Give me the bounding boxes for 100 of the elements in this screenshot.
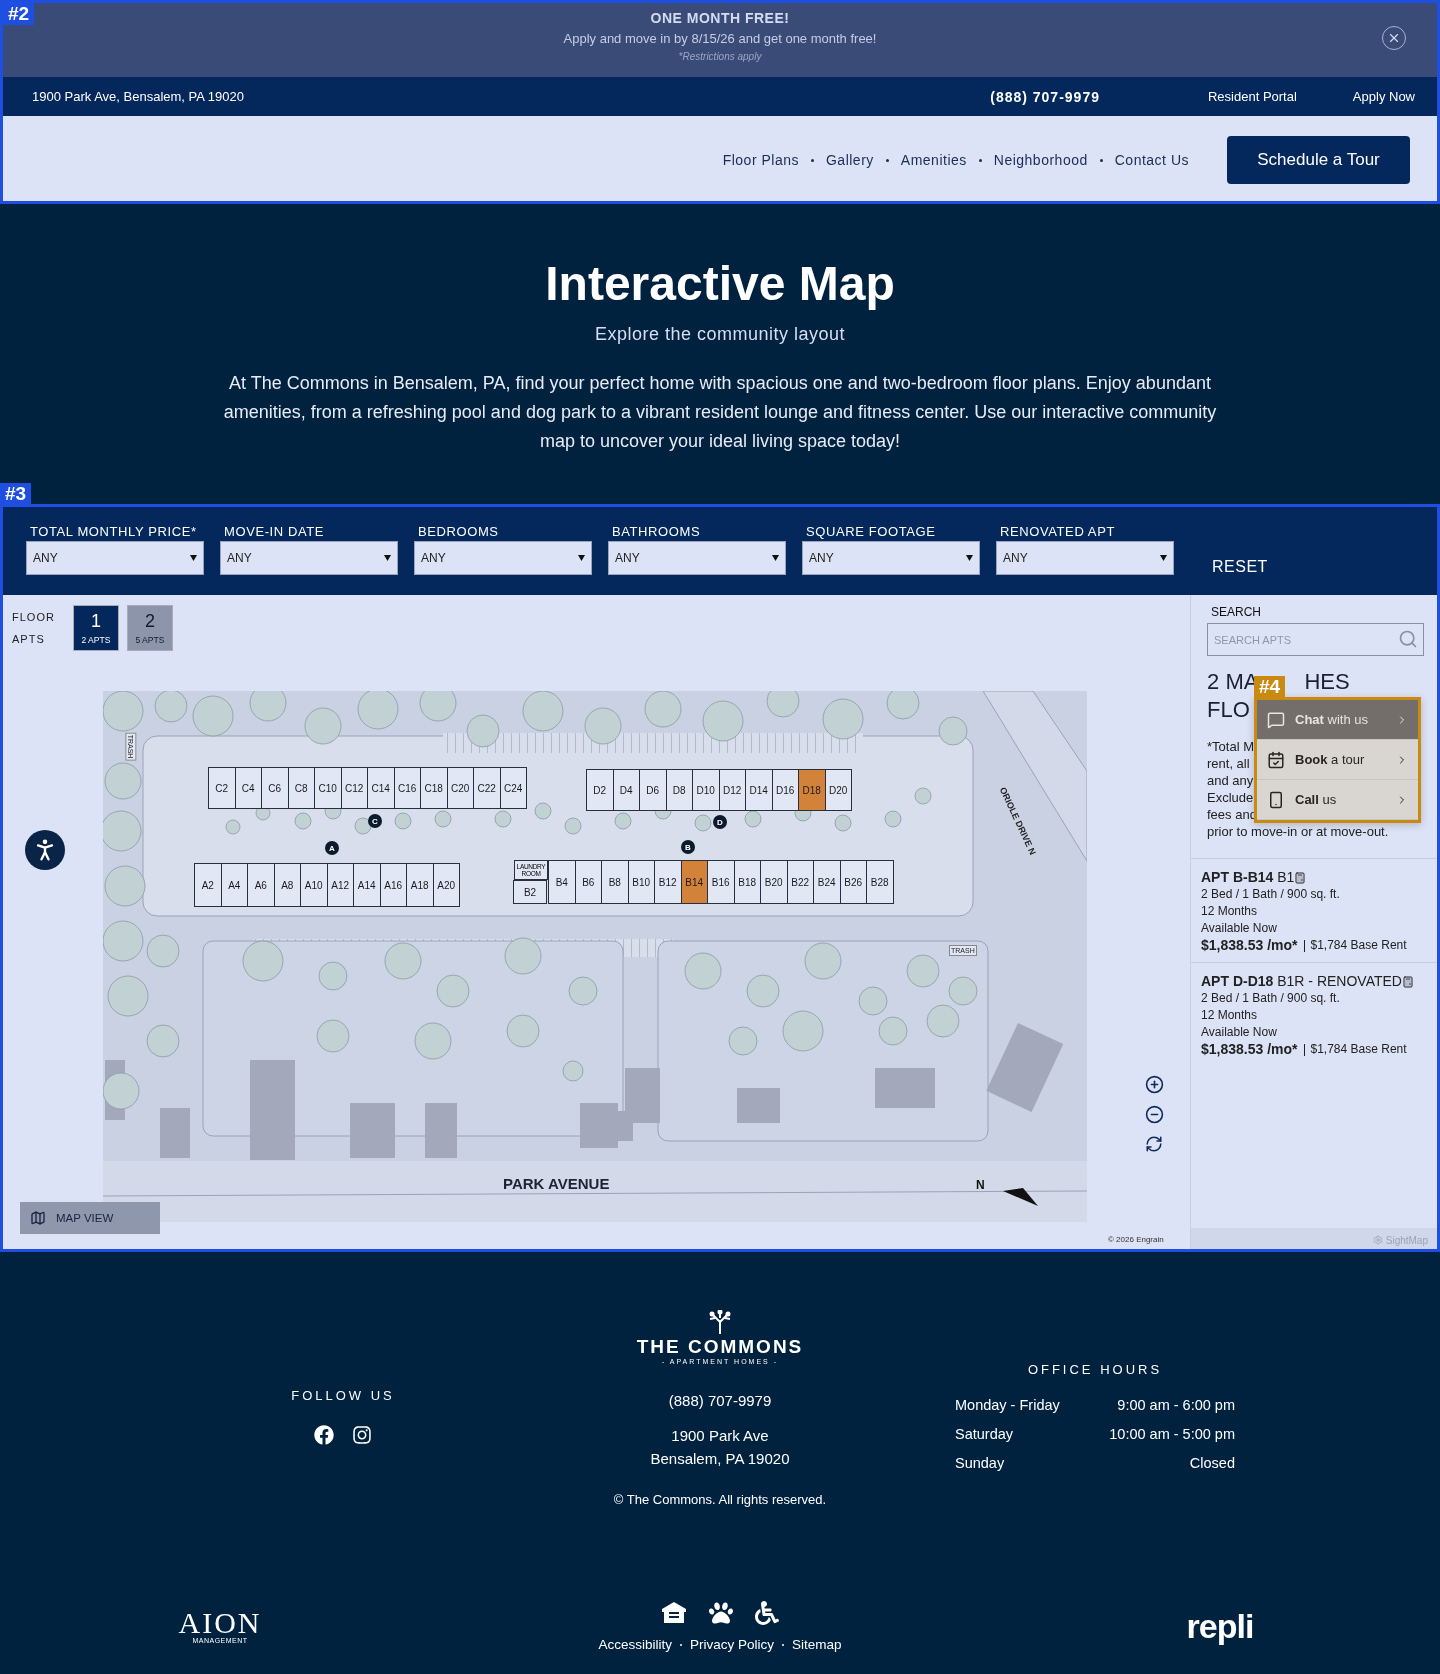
map-view-button[interactable]: MAP VIEW xyxy=(20,1202,160,1234)
apartment-unit[interactable]: B26 xyxy=(839,860,867,904)
apartment-unit[interactable]: C16 xyxy=(393,767,421,809)
apartment-unit[interactable]: C14 xyxy=(367,767,395,809)
apartment-unit[interactable]: A18 xyxy=(406,863,434,907)
listing-details: 2 Bed / 1 Bath / 900 sq. ft. xyxy=(1201,886,1341,903)
footer-link[interactable]: Sitemap xyxy=(792,1637,842,1652)
filter-select[interactable]: ANY xyxy=(26,541,204,575)
apartment-unit[interactable]: A2 xyxy=(194,863,222,907)
apartment-unit[interactable]: B8 xyxy=(601,860,629,904)
filter-select[interactable]: ANY xyxy=(414,541,592,575)
apartment-unit[interactable]: C4 xyxy=(234,767,262,809)
zoom-out-button[interactable] xyxy=(1145,1105,1164,1124)
copyright-text: © The Commons. All rights reserved. xyxy=(613,1492,827,1507)
filter-select[interactable]: ANY xyxy=(608,541,786,575)
apartment-unit[interactable]: A4 xyxy=(220,863,248,907)
apartment-unit[interactable]: D14 xyxy=(745,769,773,811)
note-line: rent, all xyxy=(1207,755,1250,772)
apartment-unit[interactable]: B12 xyxy=(654,860,682,904)
reset-button[interactable]: RESET xyxy=(1206,557,1274,577)
apartment-unit[interactable]: C12 xyxy=(340,767,368,809)
schedule-tour-button[interactable]: Schedule a Tour xyxy=(1227,136,1410,184)
nav-link[interactable]: Contact Us xyxy=(1114,152,1189,168)
calculator-icon xyxy=(1402,975,1414,988)
top-link[interactable]: Resident Portal xyxy=(1207,89,1297,104)
apartment-unit[interactable]: C24 xyxy=(499,767,527,809)
apartment-listing[interactable]: APT B-B14 B1 2 Bed / 1 Bath / 900 sq. ft. 12 Months Available Now $1,838.53 /mo* $1,784 Base Rent xyxy=(1191,858,1440,962)
apartment-unit[interactable]: D4 xyxy=(612,769,640,811)
apartment-unit[interactable]: D12 xyxy=(718,769,746,811)
apartment-unit[interactable]: D8 xyxy=(665,769,693,811)
nav-link[interactable]: Floor Plans xyxy=(722,152,799,168)
apartment-unit[interactable]: B4 xyxy=(548,860,576,904)
apartment-unit[interactable]: A8 xyxy=(273,863,301,907)
apartment-unit[interactable]: D2 xyxy=(586,769,614,811)
zoom-in-button[interactable] xyxy=(1145,1075,1164,1094)
apartment-unit[interactable]: B10 xyxy=(627,860,655,904)
apartment-unit[interactable]: D18 xyxy=(798,769,826,811)
apartment-unit[interactable]: B28 xyxy=(866,860,894,904)
apartment-unit[interactable]: B18 xyxy=(733,860,761,904)
caret-icon xyxy=(578,555,585,561)
apartment-unit[interactable]: C6 xyxy=(261,767,289,809)
apartment-unit[interactable]: C22 xyxy=(473,767,501,809)
footer-link[interactable]: Accessibility xyxy=(598,1637,672,1652)
calendar-icon xyxy=(1267,750,1285,769)
apartment-unit[interactable]: B2 xyxy=(513,880,547,904)
apartment-unit[interactable]: A12 xyxy=(326,863,354,907)
gear-icon xyxy=(1372,1235,1383,1245)
phone-link[interactable]: (888) 707-9979 xyxy=(990,88,1100,105)
note-line: *Total M xyxy=(1207,738,1254,755)
apartment-unit[interactable]: A16 xyxy=(379,863,407,907)
apartment-unit[interactable]: A14 xyxy=(353,863,381,907)
chat-option[interactable]: Book a tour xyxy=(1257,740,1418,780)
nav-link[interactable]: Amenities xyxy=(900,152,967,168)
apartment-unit[interactable]: C20 xyxy=(446,767,474,809)
floor-button[interactable]: 2 5 APTS xyxy=(126,605,173,651)
apartment-unit[interactable]: B6 xyxy=(574,860,602,904)
apartment-unit[interactable]: D6 xyxy=(639,769,667,811)
accessibility-button[interactable] xyxy=(25,830,65,870)
apartment-unit[interactable]: B24 xyxy=(813,860,841,904)
note-line: and any xyxy=(1207,772,1254,789)
apartment-unit[interactable]: B22 xyxy=(786,860,814,904)
chat-option[interactable]: Call us xyxy=(1257,780,1418,820)
search-field[interactable]: SEARCH APTS xyxy=(1207,623,1424,656)
apartment-unit[interactable]: C18 xyxy=(420,767,448,809)
apartment-listing[interactable]: APT D-D18 B1R - RENOVATED 2 Bed / 1 Bath / 900 sq. ft. 12 Months Available Now $1,838.53 /mo* $1,784 Base Rent xyxy=(1191,962,1440,1066)
reset-view-button[interactable] xyxy=(1145,1135,1163,1153)
footer-link[interactable]: Privacy Policy xyxy=(690,1637,774,1652)
filter-select[interactable]: ANY xyxy=(220,541,398,575)
note-line: prior to move-in or at move-out. xyxy=(1207,823,1389,840)
apartment-unit[interactable]: B16 xyxy=(707,860,735,904)
apartment-unit[interactable]: A20 xyxy=(432,863,460,907)
filter-label: MOVE-IN DATE xyxy=(224,523,325,541)
equal-housing-icon xyxy=(661,1601,687,1625)
apartment-unit[interactable]: C2 xyxy=(208,767,236,809)
caret-icon xyxy=(1160,555,1167,561)
filter-label: RENOVATED APT xyxy=(1000,523,1115,541)
top-link[interactable]: Apply Now xyxy=(1352,89,1415,104)
floor-button[interactable]: 1 2 APTS xyxy=(72,605,119,651)
search-icon xyxy=(1398,629,1418,649)
apartment-unit[interactable]: D20 xyxy=(824,769,852,811)
apartment-unit[interactable]: D10 xyxy=(692,769,720,811)
filter-select[interactable]: ANY xyxy=(802,541,980,575)
caret-icon xyxy=(966,555,973,561)
apartment-unit[interactable]: A6 xyxy=(247,863,275,907)
apartment-unit[interactable]: C8 xyxy=(287,767,315,809)
apartment-unit[interactable]: B20 xyxy=(760,860,788,904)
lease-term: 12 Months xyxy=(1201,1007,1259,1024)
apartment-unit[interactable]: B14 xyxy=(680,860,708,904)
footer-phone[interactable]: (888) 707-9979 xyxy=(668,1389,772,1412)
filter-select[interactable]: ANY xyxy=(996,541,1174,575)
street-label: PARK AVENUE xyxy=(503,1175,610,1192)
apartment-unit[interactable]: D16 xyxy=(771,769,799,811)
apartment-unit[interactable]: C10 xyxy=(314,767,342,809)
nav-link[interactable]: Gallery xyxy=(825,152,874,168)
availability: Available Now xyxy=(1201,1024,1278,1041)
instagram-icon[interactable] xyxy=(352,1425,372,1445)
chat-option[interactable]: Chat with us xyxy=(1257,700,1418,740)
nav-link[interactable]: Neighborhood xyxy=(993,152,1088,168)
apartment-unit[interactable]: A10 xyxy=(300,863,328,907)
facebook-icon[interactable] xyxy=(314,1425,334,1445)
